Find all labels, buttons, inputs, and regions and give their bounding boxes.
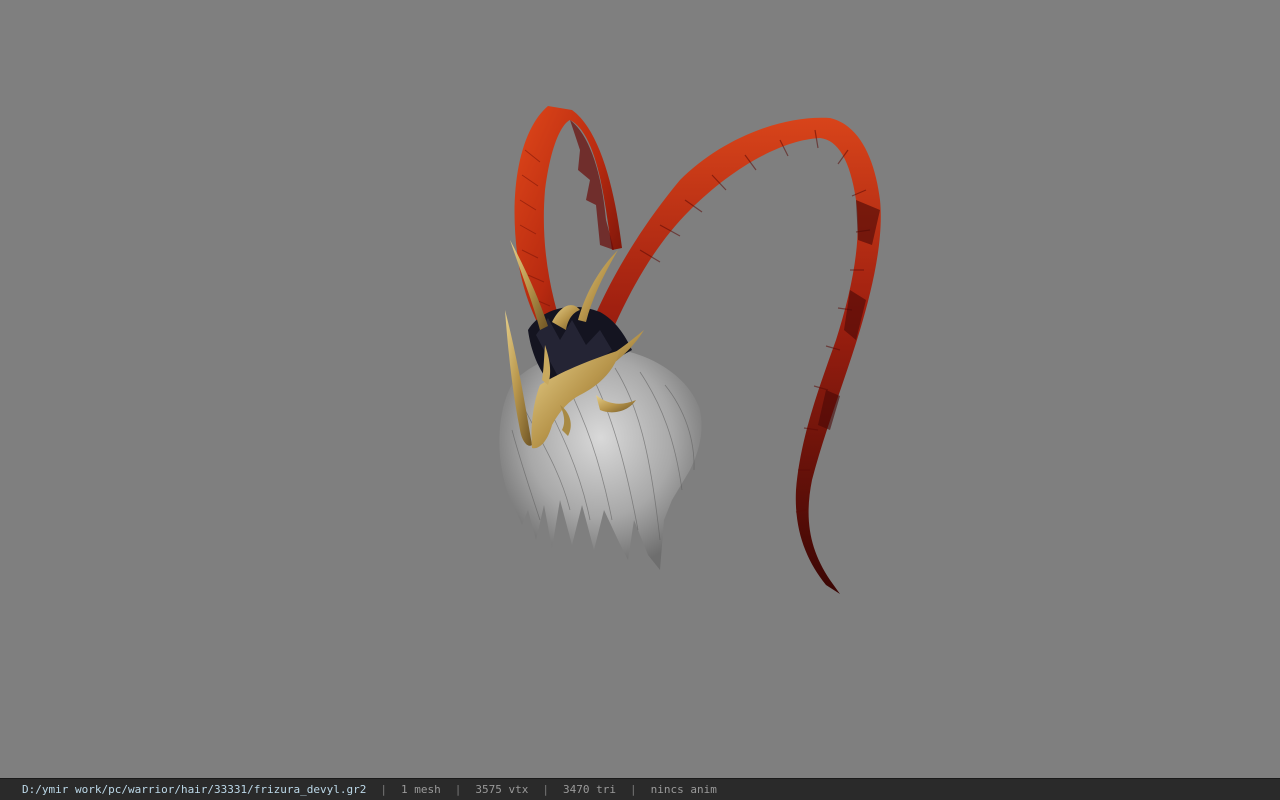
file-path: D:/ymir work/pc/warrior/hair/33331/frizu… bbox=[22, 783, 367, 796]
separator: | bbox=[454, 783, 462, 796]
triangle-count: 3470 tri bbox=[562, 783, 616, 796]
vertex-count: 3575 vtx bbox=[475, 783, 529, 796]
separator: | bbox=[380, 783, 387, 796]
separator: | bbox=[629, 783, 637, 796]
hair-model-render bbox=[499, 106, 881, 594]
status-bar: D:/ymir work/pc/warrior/hair/33331/frizu… bbox=[0, 778, 1280, 800]
separator: | bbox=[542, 783, 549, 796]
hair-mass bbox=[499, 349, 702, 570]
animation-status: nincs anim bbox=[650, 783, 717, 796]
mesh-count: 1 mesh bbox=[401, 783, 441, 796]
3d-viewport[interactable] bbox=[0, 0, 1280, 778]
